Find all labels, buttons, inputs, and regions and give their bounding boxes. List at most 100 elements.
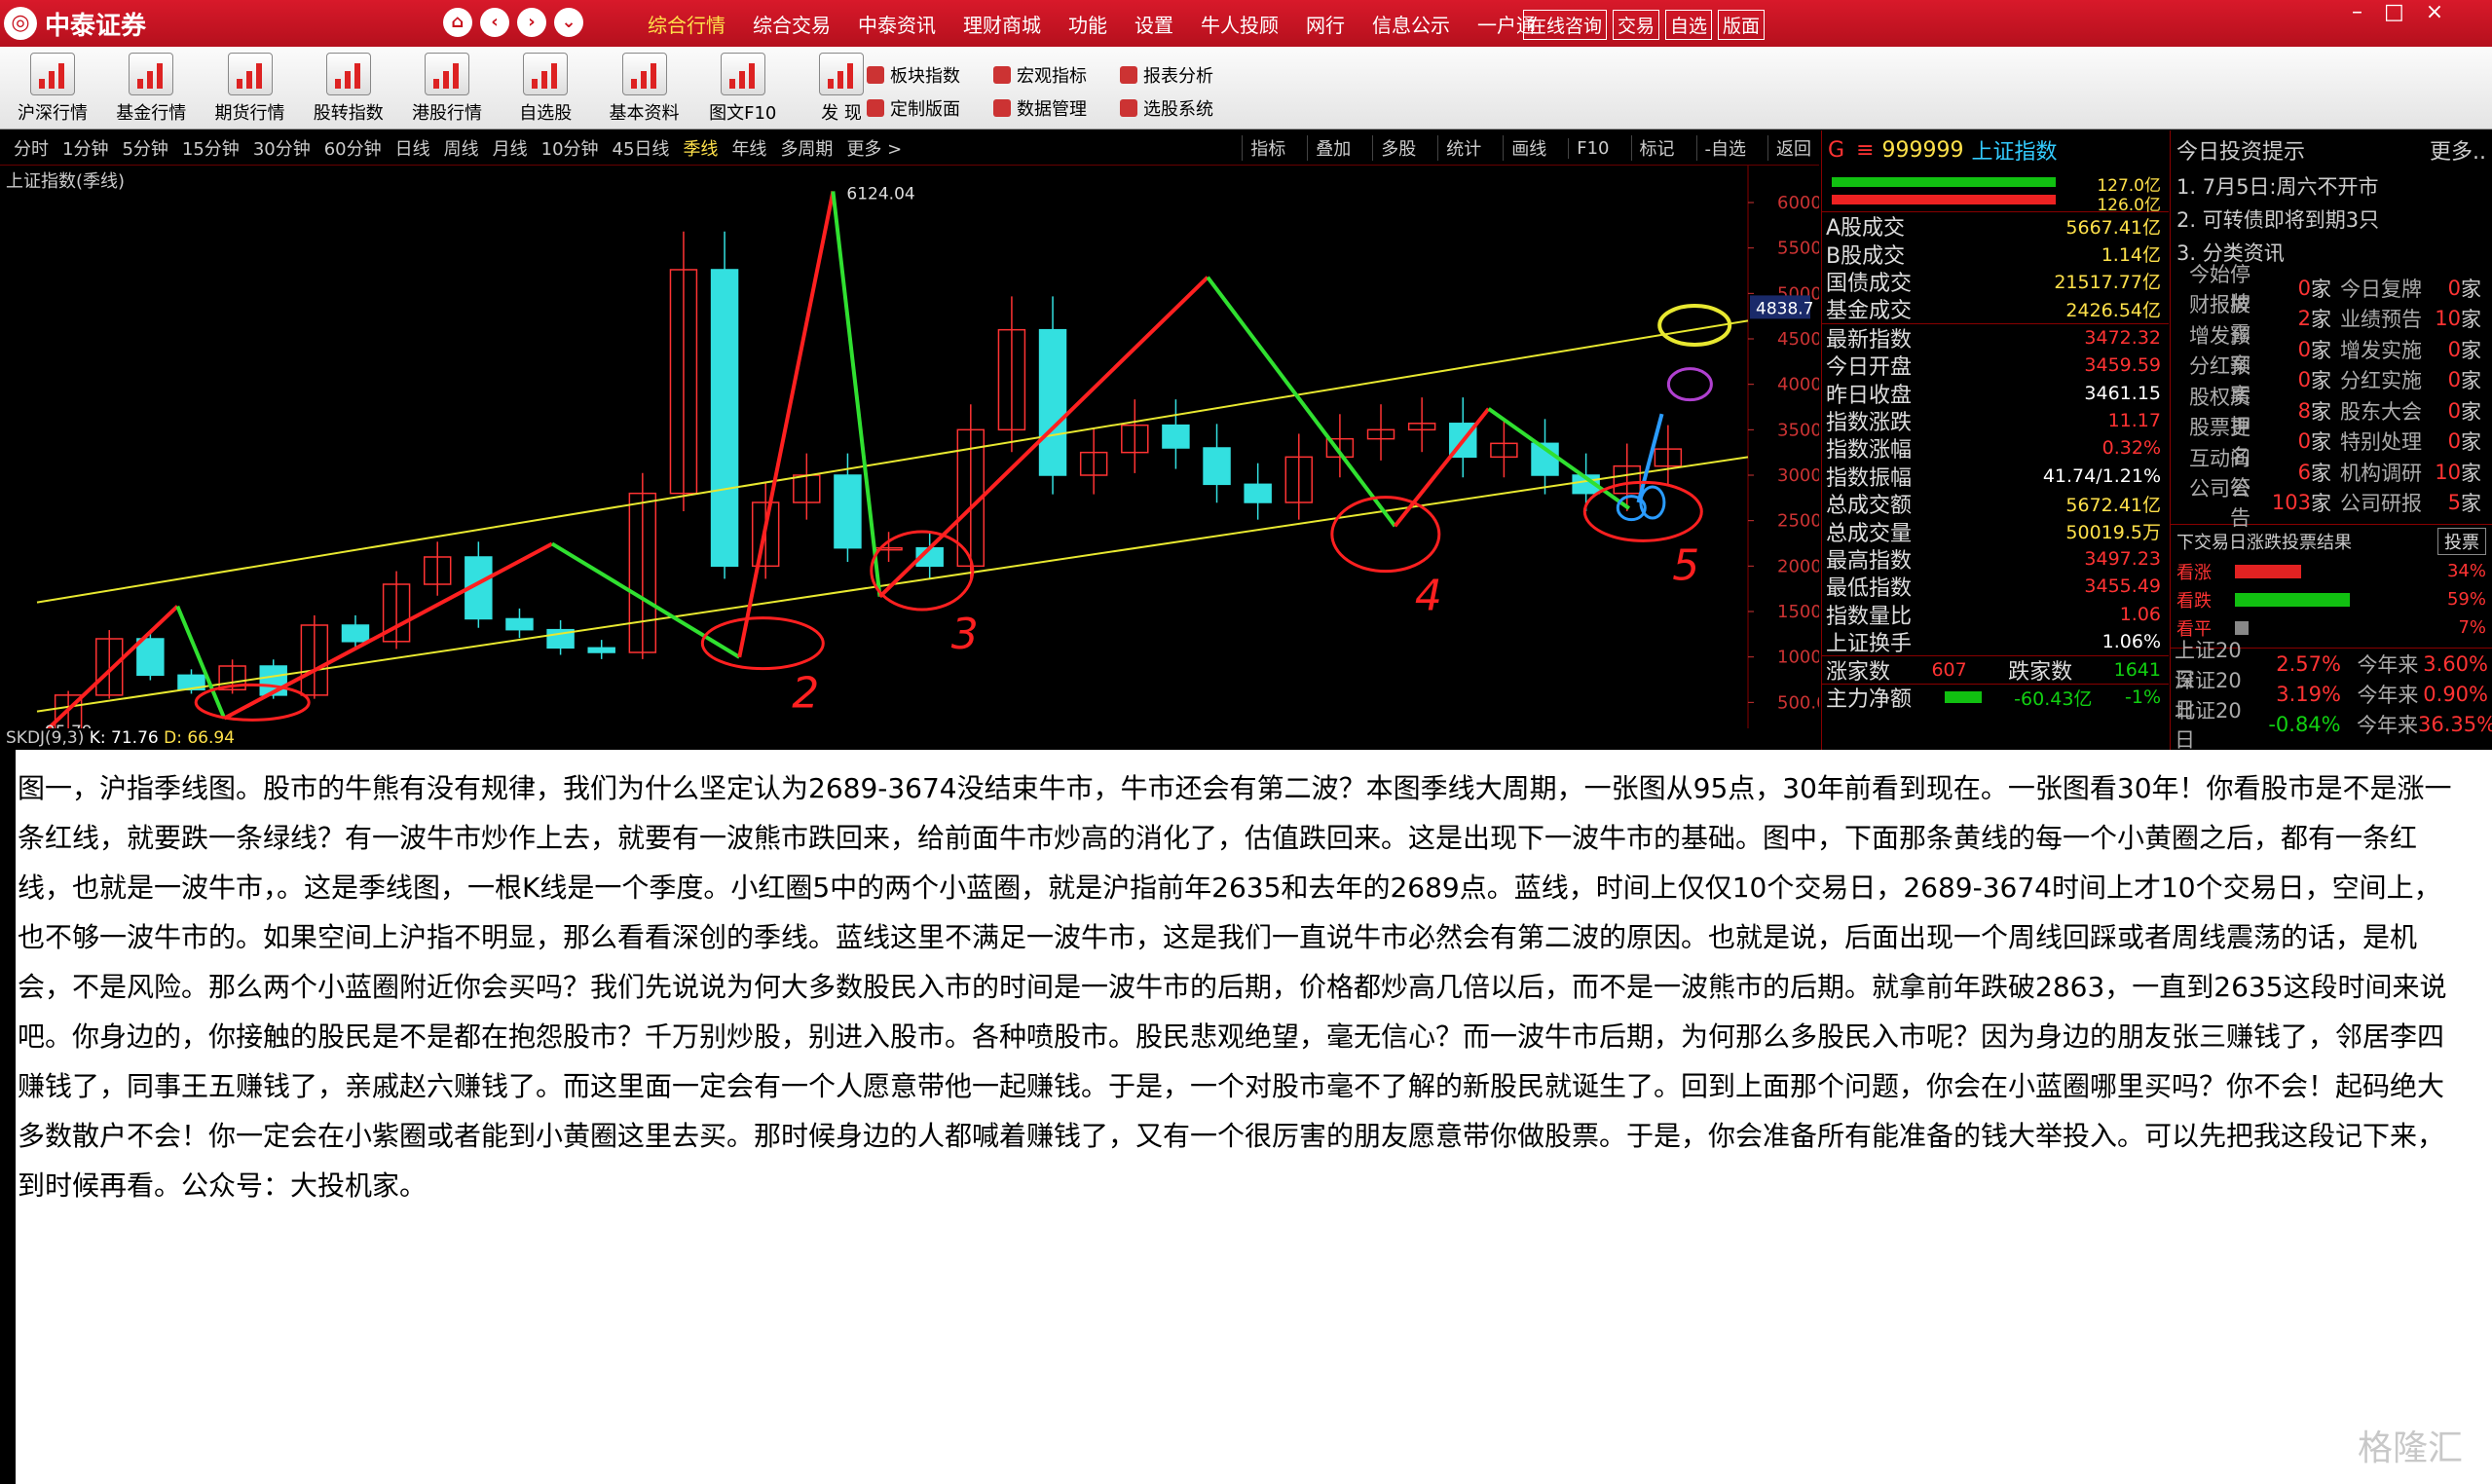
period-tab[interactable]: 45日线 (613, 135, 670, 161)
stat-label[interactable]: 机构调研 (2340, 458, 2428, 487)
chart-tool-button[interactable]: F10 (1568, 137, 1617, 159)
quote-label: A股成交 (1826, 216, 1906, 241)
home-icon[interactable]: ⌂ (443, 8, 472, 37)
scrollbar[interactable] (2474, 750, 2492, 1484)
text-editor[interactable]: 图一，沪指季线图。股市的牛熊有没有规律，我们为什么坚定认为2689-3674没结… (0, 750, 2492, 1484)
stat-label[interactable]: 分红实施 (2340, 365, 2428, 394)
stat-unit: 家 (2461, 399, 2481, 424)
index-pct-ytd: 3.60% (2423, 651, 2488, 676)
forward-icon[interactable]: › (517, 8, 546, 37)
quote-label: 总成交量 (1826, 521, 1913, 546)
right-button[interactable]: 在线咨询 (1523, 10, 1608, 40)
period-tab[interactable]: 1分钟 (62, 135, 108, 161)
close-button[interactable]: × (2426, 0, 2443, 24)
toolbar-button[interactable]: 港股行情 (402, 53, 492, 125)
maximize-button[interactable]: □ (2384, 0, 2404, 24)
chevron-down-icon[interactable]: ⌄ (554, 8, 583, 37)
toolbar-button[interactable]: 股转指数 (304, 53, 393, 125)
toolbar-button-label: 图文F10 (709, 103, 777, 124)
toolbar-button[interactable]: 基金行情 (106, 53, 196, 125)
quote-row: 基金成交 2426.54亿 (1822, 295, 2169, 323)
stat-label[interactable]: 增发实施 (2340, 335, 2428, 364)
macro-icon (993, 66, 1011, 84)
toolbar-button[interactable]: 沪深行情 (8, 53, 97, 125)
tip-item[interactable]: 1. 7月5日:周六不开市 (2171, 169, 2492, 203)
stat-label[interactable]: 公司研报 (2340, 488, 2428, 517)
chart-tool-button[interactable]: 统计 (1437, 135, 1489, 161)
toolbar-button[interactable]: 自选股 (501, 53, 590, 125)
chart-tool-button[interactable]: 多股 (1372, 135, 1424, 161)
fund-chart-icon (129, 53, 174, 95)
candlestick-chart[interactable]: 6000550050004500400035003000250020001500… (0, 166, 1819, 728)
menu-lines-icon[interactable]: ≡ (1856, 138, 1874, 163)
key-icon (621, 53, 667, 95)
toolbar-button[interactable]: 期货行情 (205, 53, 295, 125)
index-pct-20d: 2.57% (2276, 651, 2341, 676)
quote-value: 5672.41亿 (2065, 494, 2161, 516)
chart-tool-button[interactable]: 指标 (1242, 135, 1293, 161)
period-tab[interactable]: 更多 > (846, 135, 902, 161)
menu-item[interactable]: 信息公示 (1372, 10, 1450, 38)
stat-label[interactable]: 今日复牌 (2340, 274, 2428, 303)
menu-item[interactable]: 中泰资讯 (858, 10, 936, 38)
chart-tool-button[interactable]: 叠加 (1307, 135, 1358, 161)
quote-row: A股成交 5667.41亿 (1822, 212, 2169, 241)
y-tick-label: 3500 (1777, 420, 1819, 440)
circle-number-label: 4 (1415, 572, 1442, 621)
right-button[interactable]: 自选 (1665, 10, 1713, 40)
stat-unit: 家 (2311, 369, 2331, 393)
period-tab[interactable]: 周线 (444, 135, 479, 161)
quote-value: 1.06 (2119, 603, 2161, 625)
period-tab[interactable]: 5分钟 (122, 135, 167, 161)
menu-item[interactable]: 综合交易 (753, 10, 831, 38)
period-tab[interactable]: 多周期 (780, 135, 833, 161)
period-tab[interactable]: 分时 (14, 135, 49, 161)
stat-label[interactable]: 公司公告 (2171, 473, 2256, 532)
tip-item[interactable]: 2. 可转债即将到期3只 (2171, 203, 2492, 236)
period-tab[interactable]: 年线 (731, 135, 766, 161)
tips-more-link[interactable]: 更多.. (2430, 134, 2486, 166)
chart-tool-button[interactable]: -自选 (1695, 135, 1755, 161)
back-icon[interactable]: ‹ (480, 8, 509, 37)
menu-item[interactable]: 牛人投顾 (1201, 10, 1279, 38)
menu-item[interactable]: 理财商城 (963, 10, 1041, 38)
menu-item[interactable]: 网行 (1306, 10, 1345, 38)
stat-label[interactable]: 特别处理 (2340, 427, 2428, 456)
toolbar-button[interactable]: 发 现 (797, 53, 886, 125)
quote-value: 3461.15 (2084, 382, 2161, 404)
period-tab[interactable]: 10分钟 (541, 135, 599, 161)
sub-tool-data-manage[interactable]: 数据管理 (993, 92, 1087, 125)
toolbar-button[interactable]: 图文F10 (698, 53, 788, 125)
chart-tool-button[interactable]: 标记 (1630, 135, 1683, 161)
menu-item[interactable]: 设置 (1134, 10, 1173, 38)
period-tab[interactable]: 60分钟 (324, 135, 382, 161)
flow-label: 主力净额 (1826, 687, 1913, 713)
vote-row: 看涨 34% (2171, 557, 2492, 585)
sub-tool-macro[interactable]: 宏观指标 (993, 58, 1087, 92)
quote-label: 总成交额 (1826, 494, 1913, 519)
chart-tool-button[interactable]: 画线 (1503, 135, 1554, 161)
vote-row: 看跌 59% (2171, 585, 2492, 613)
right-button[interactable]: 版面 (1718, 10, 1766, 40)
stat-label[interactable]: 业绩预告 (2340, 304, 2428, 333)
vote-button[interactable]: 投票 (2437, 527, 2486, 555)
period-tab[interactable]: 日线 (395, 135, 430, 161)
stat-unit: 家 (2461, 369, 2481, 393)
menu-item[interactable]: 综合行情 (648, 10, 725, 38)
menu-item[interactable]: 功能 (1068, 10, 1107, 38)
period-tab[interactable]: 季线 (683, 135, 718, 161)
main-toolbar: 板块指数 定制版面 宏观指标 数据管理 报表分析 选股系统 沪深行情 基金行情 期货… (0, 47, 2492, 130)
period-tab[interactable]: 30分钟 (253, 135, 311, 161)
sub-tool-report[interactable]: 报表分析 (1120, 58, 1213, 92)
article-text[interactable]: 图一，沪指季线图。股市的牛熊有没有规律，我们为什么坚定认为2689-3674没结… (18, 763, 2452, 1210)
chart-tool-button[interactable]: 返回 (1767, 135, 1819, 161)
right-button[interactable]: 交易 (1613, 10, 1660, 40)
sub-tool-stock-pick[interactable]: 选股系统 (1120, 92, 1213, 125)
toolbar-button[interactable]: 基本资料 (600, 53, 689, 125)
period-tab[interactable]: 月线 (493, 135, 528, 161)
period-tab[interactable]: 15分钟 (182, 135, 240, 161)
quote-value: 1.06% (2101, 631, 2161, 653)
minimize-button[interactable]: – (2352, 0, 2362, 24)
stat-label[interactable]: 股东大会 (2340, 396, 2428, 426)
stat-count: 0 (2297, 368, 2311, 392)
